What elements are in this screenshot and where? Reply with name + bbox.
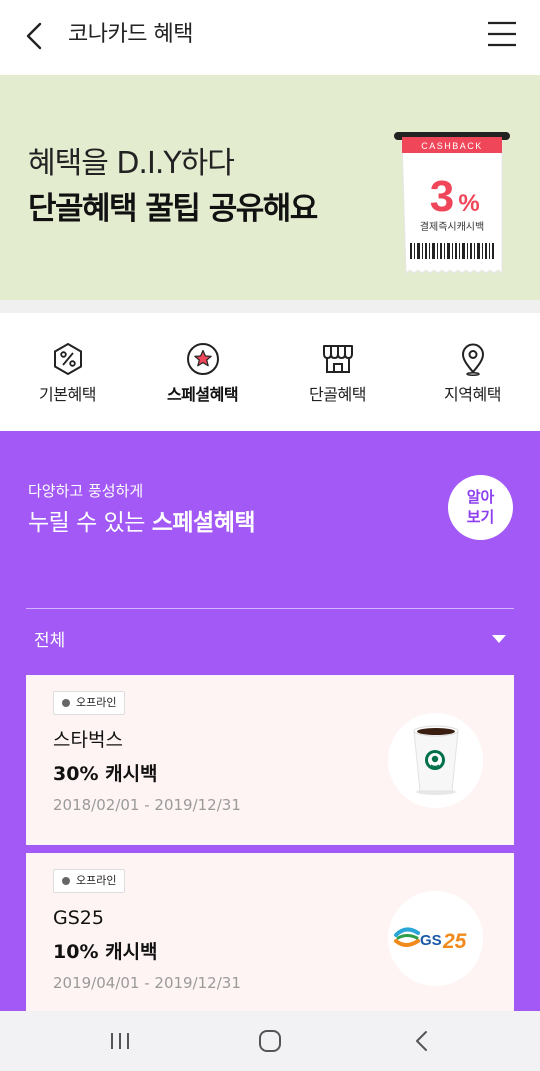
location-pin-icon: [461, 343, 484, 377]
merchant-name: 스타벅스: [53, 729, 123, 751]
promo-banner[interactable]: 혜택을 D.I.Y하다 단골혜택 꿀팁 공유해요 CASHBACK 3 % 결제…: [0, 75, 540, 300]
benefit-period: 2018/02/01 - 2019/12/31: [53, 796, 241, 814]
learn-more-line1: 알아: [466, 488, 495, 506]
section-divider: [0, 300, 540, 313]
dot-icon: [62, 877, 70, 885]
back-button[interactable]: [18, 18, 54, 54]
menu-button[interactable]: [486, 18, 518, 50]
benefit-card[interactable]: 오프라인 GS25 10% 캐시백 2019/04/01 - 2019/12/3…: [26, 853, 514, 1023]
star-circle-icon: [186, 343, 219, 375]
badge-label: 오프라인: [76, 696, 117, 709]
divider: [26, 608, 514, 609]
banner-title: 단골혜택 꿀팁 공유해요: [28, 191, 318, 227]
recent-apps-icon: [111, 1033, 129, 1049]
storefront-icon: [322, 345, 353, 373]
tab-label: 단골혜택: [309, 385, 366, 404]
channel-badge: 오프라인: [53, 869, 126, 893]
section-title-plain: 누릴 수 있는: [28, 510, 152, 536]
caret-down-icon: [492, 635, 506, 643]
system-nav-bar: [0, 1011, 540, 1071]
recent-apps-button[interactable]: [104, 1025, 136, 1057]
banner-subtitle: 혜택을 D.I.Y하다: [28, 146, 235, 181]
percent-hexagon-icon: [53, 342, 82, 376]
learn-more-line2: 보기: [466, 508, 495, 526]
dot-icon: [62, 699, 70, 707]
merchant-logo: GS 25: [388, 891, 483, 986]
merchant-name: GS25: [53, 907, 104, 929]
merchant-logo: [388, 713, 483, 808]
ticket-caption: 결제즉시캐시백: [420, 221, 484, 233]
special-benefits-section: 다양하고 풍성하게 누릴 수 있는 스페셜혜택 알아 보기 전체 오프라인 스타…: [0, 431, 540, 1023]
benefit-category-tabs: 기본혜택 스페셜혜택 단골혜택 지역혜택: [0, 313, 540, 431]
filter-dropdown[interactable]: 전체: [26, 621, 514, 661]
badge-label: 오프라인: [76, 874, 117, 887]
section-subtitle: 다양하고 풍성하게: [28, 482, 144, 500]
back-icon: [416, 1031, 427, 1051]
ticket-tag: CASHBACK: [421, 141, 483, 151]
tab-regular-benefits[interactable]: 단골혜택: [270, 313, 405, 431]
tab-basic-benefits[interactable]: 기본혜택: [0, 313, 135, 431]
learn-more-button[interactable]: 알아 보기: [448, 475, 513, 540]
ticket-value: 3: [430, 172, 454, 221]
benefit-period: 2019/04/01 - 2019/12/31: [53, 974, 241, 992]
channel-badge: 오프라인: [53, 691, 126, 715]
tab-local-benefits[interactable]: 지역혜택: [405, 313, 540, 431]
benefit-card[interactable]: 오프라인 스타벅스 30% 캐시백 2018/02/01 - 2019/12/3…: [26, 675, 514, 845]
home-icon: [259, 1030, 281, 1052]
starbucks-cup-icon: [413, 725, 459, 795]
filter-selected: 전체: [34, 631, 66, 651]
home-button[interactable]: [254, 1025, 286, 1057]
gs25-logo-icon: GS 25: [394, 927, 467, 953]
app-header: 코나카드 혜택: [0, 0, 540, 75]
tab-label: 지역혜택: [444, 385, 501, 404]
tab-label: 기본혜택: [39, 385, 96, 404]
benefit-text: 30% 캐시백: [53, 763, 158, 785]
svg-text:25: 25: [442, 930, 467, 953]
tab-special-benefits[interactable]: 스페셜혜택: [135, 313, 270, 431]
benefit-text: 10% 캐시백: [53, 941, 158, 963]
hamburger-menu-icon: [488, 21, 516, 47]
cashback-ticket: CASHBACK 3 % 결제즉시캐시백: [392, 129, 512, 279]
tab-label: 스페셜혜택: [166, 385, 239, 404]
section-title-bold: 스페셜혜택: [151, 510, 256, 536]
page-title: 코나카드 혜택: [68, 22, 193, 47]
system-back-button[interactable]: [406, 1025, 438, 1057]
cashback-ticket-graphic: CASHBACK 3 % 결제즉시캐시백: [394, 132, 510, 274]
svg-text:GS: GS: [420, 932, 442, 949]
section-title: 누릴 수 있는 스페셜혜택: [28, 507, 256, 539]
ticket-unit: %: [458, 190, 479, 217]
chevron-left-icon: [26, 22, 42, 50]
